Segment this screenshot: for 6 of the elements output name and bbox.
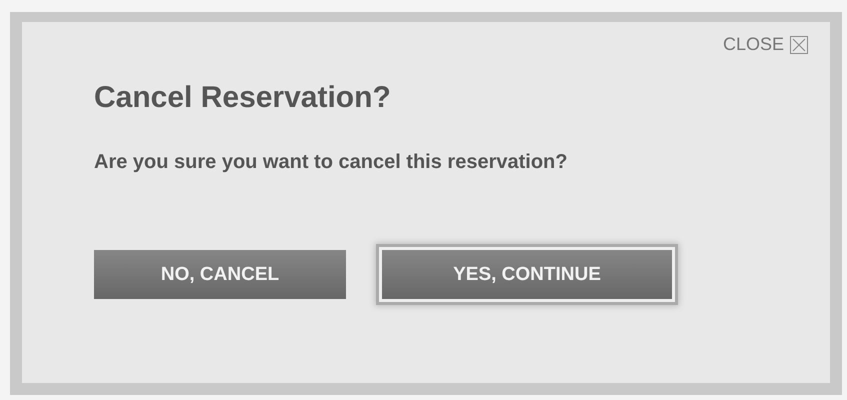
close-button[interactable]: CLOSE <box>722 34 808 55</box>
dialog-title: Cancel Reservation? <box>94 81 392 115</box>
confirm-button[interactable]: YES, CONTINUE <box>382 250 672 299</box>
close-icon <box>790 36 808 54</box>
cancel-button[interactable]: NO, CANCEL <box>94 250 346 299</box>
dialog-message: Are you sure you want to cancel this reservation? <box>94 151 568 174</box>
